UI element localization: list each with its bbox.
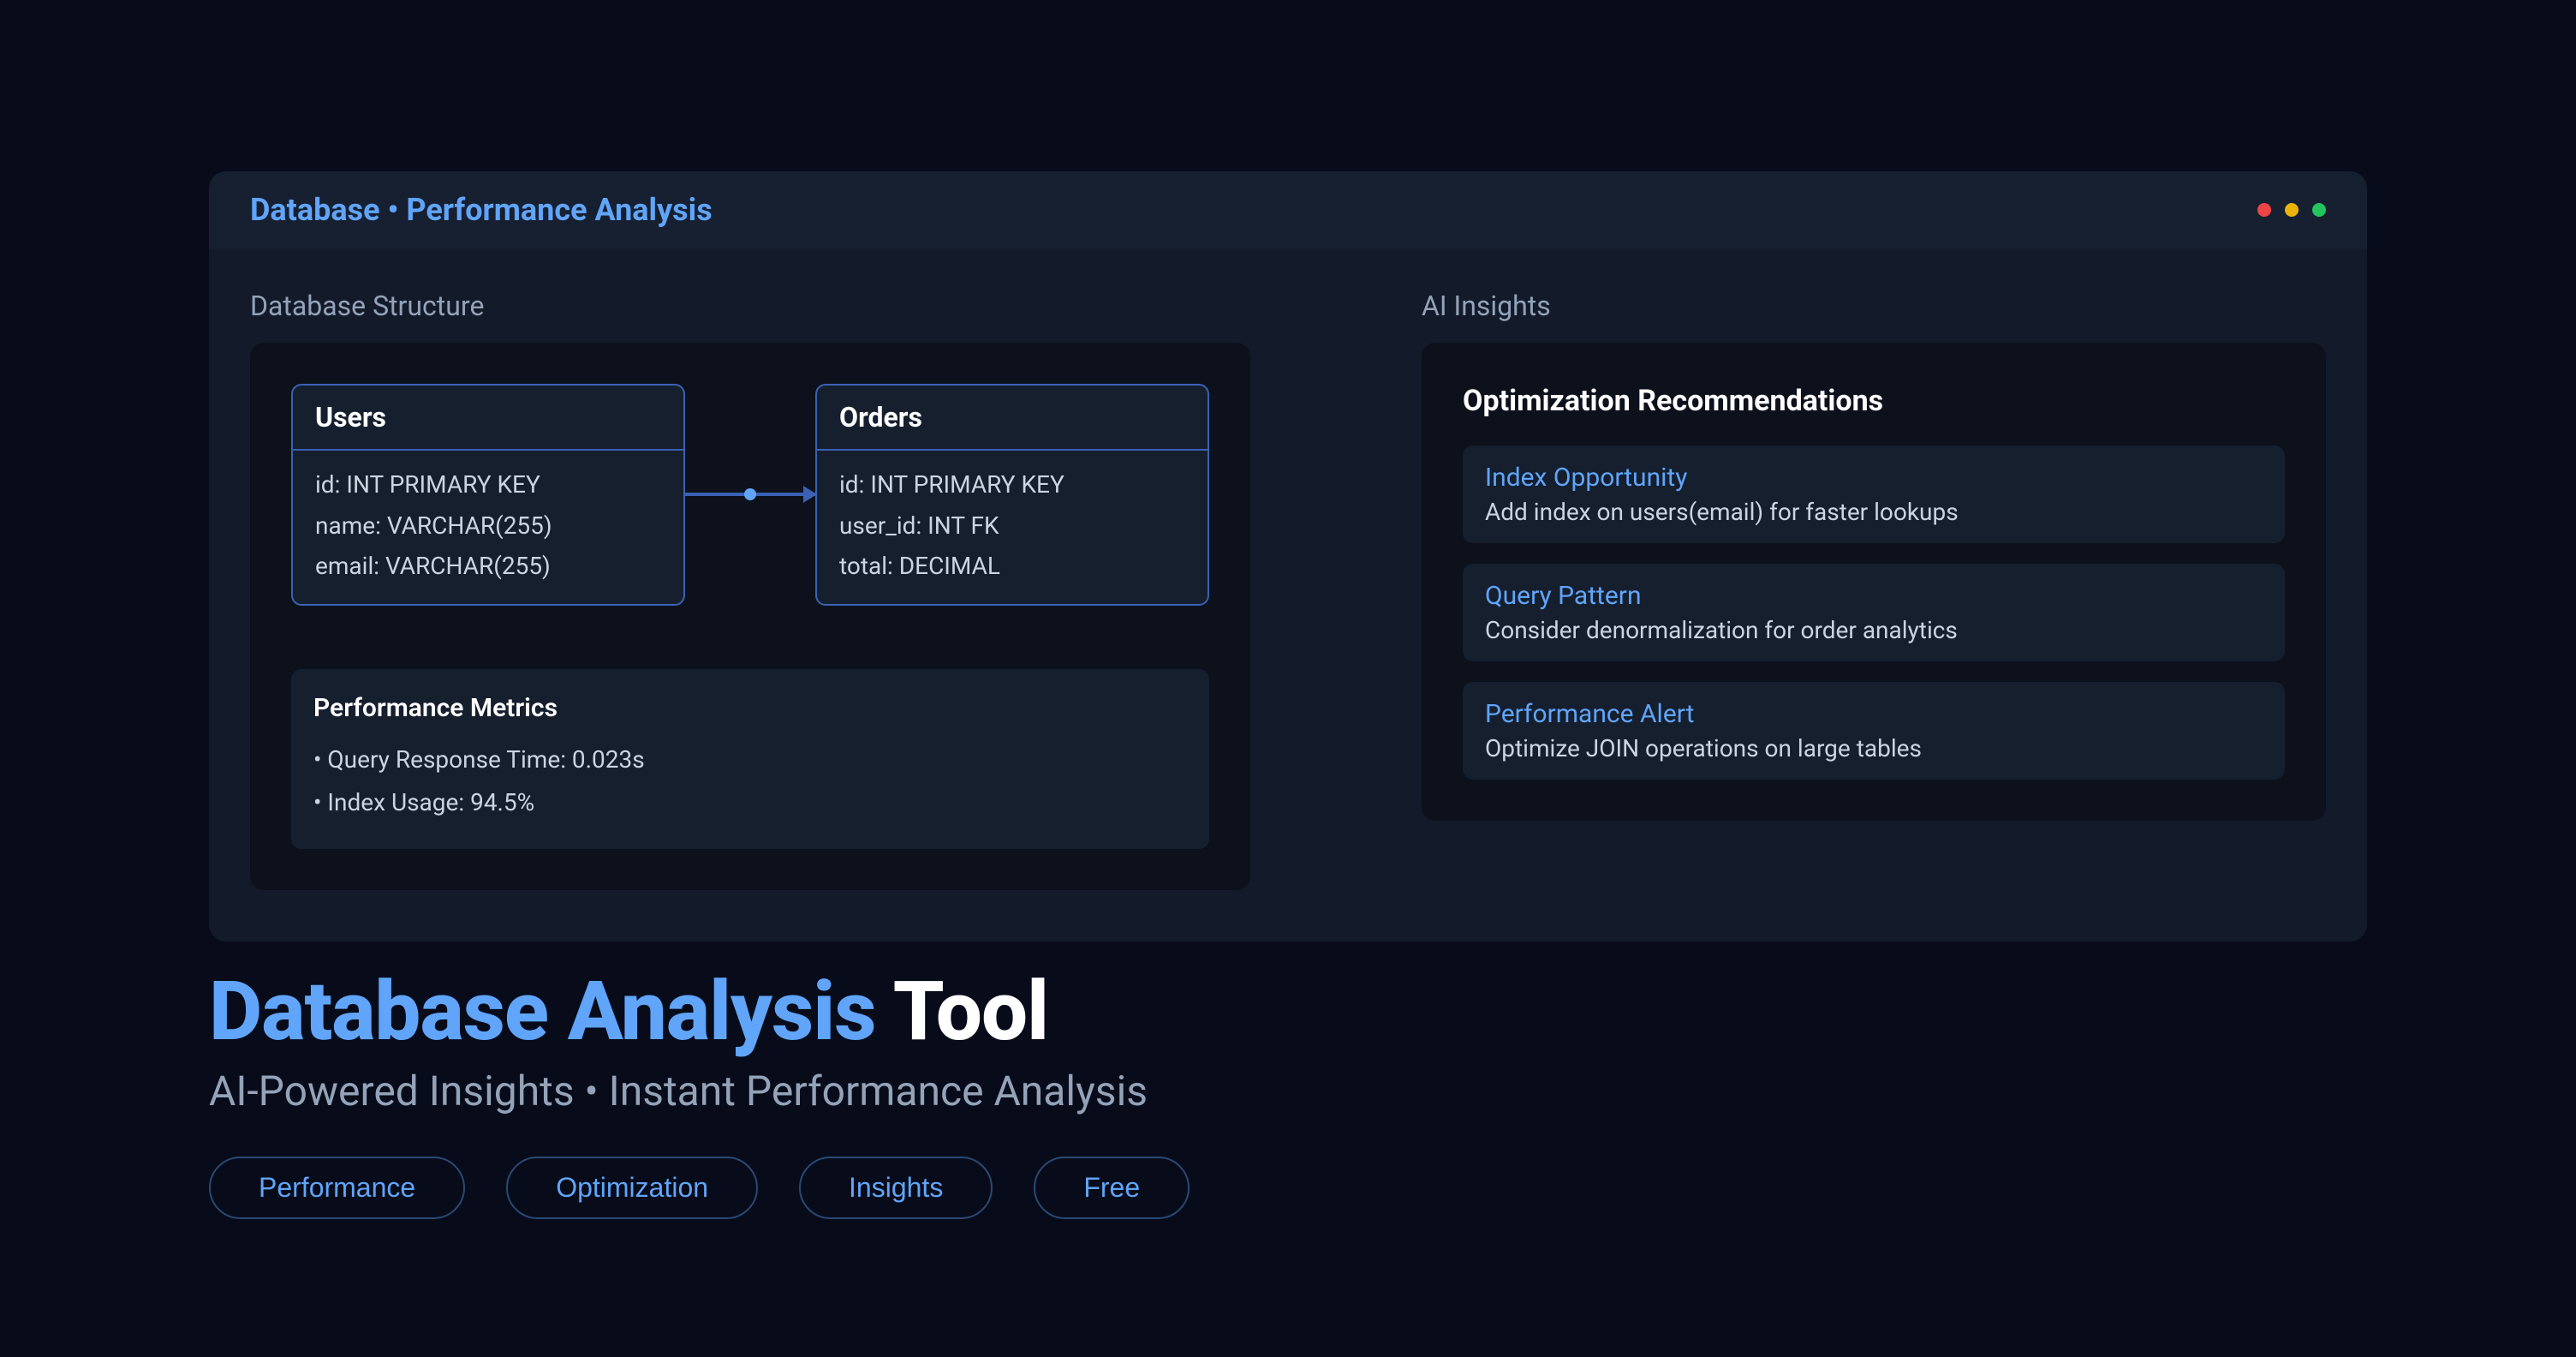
recommendation-item: Index Opportunity Add index on users(ema… xyxy=(1463,445,2285,543)
tag-performance[interactable]: Performance xyxy=(209,1157,465,1219)
tag-row: Performance Optimization Insights Free xyxy=(209,1157,2367,1219)
arrow-right-icon xyxy=(803,486,817,503)
tables-row: Users id: INT PRIMARY KEY name: VARCHAR(… xyxy=(291,384,1209,606)
recommendation-title: Performance Alert xyxy=(1485,699,2263,729)
breadcrumb: Database • Performance Analysis xyxy=(250,192,713,228)
panel-title: Database Structure xyxy=(250,290,1250,322)
panel-database-structure: Database Structure Users id: INT PRIMARY… xyxy=(250,290,1250,890)
table-name: Users xyxy=(293,386,683,451)
titlebar: Database • Performance Analysis xyxy=(209,171,2367,248)
maximize-icon[interactable] xyxy=(2312,203,2326,217)
page-title-plain: Tool xyxy=(876,964,1048,1060)
relation-connector xyxy=(685,493,815,496)
table-columns: id: INT PRIMARY KEY name: VARCHAR(255) e… xyxy=(293,451,683,604)
db-table-users: Users id: INT PRIMARY KEY name: VARCHAR(… xyxy=(291,384,685,606)
page-title: Database Analysis Tool xyxy=(209,964,2367,1060)
recommendations-title: Optimization Recommendations xyxy=(1463,384,2285,418)
recommendation-title: Index Opportunity xyxy=(1485,463,2263,493)
table-column: email: VARCHAR(255) xyxy=(315,546,661,587)
connector-dot-icon xyxy=(744,488,756,500)
panel-body: Optimization Recommendations Index Oppor… xyxy=(1422,343,2326,821)
tag-insights[interactable]: Insights xyxy=(799,1157,993,1219)
panel-ai-insights: AI Insights Optimization Recommendations… xyxy=(1422,290,2326,890)
metric-item: • Index Usage: 94.5% xyxy=(313,781,1187,824)
metrics-title: Performance Metrics xyxy=(313,693,1187,723)
page-title-accent: Database Analysis xyxy=(209,964,876,1060)
recommendation-item: Query Pattern Consider denormalization f… xyxy=(1463,564,2285,661)
metric-item: • Query Response Time: 0.023s xyxy=(313,738,1187,781)
table-name: Orders xyxy=(817,386,1208,451)
recommendation-desc: Add index on users(email) for faster loo… xyxy=(1485,498,2263,526)
recommendation-title: Query Pattern xyxy=(1485,581,2263,611)
recommendation-desc: Consider denormalization for order analy… xyxy=(1485,616,2263,644)
panel-body: Users id: INT PRIMARY KEY name: VARCHAR(… xyxy=(250,343,1250,890)
tag-free[interactable]: Free xyxy=(1034,1157,1190,1219)
window-controls xyxy=(2257,203,2326,217)
panel-title: AI Insights xyxy=(1422,290,2326,322)
table-columns: id: INT PRIMARY KEY user_id: INT FK tota… xyxy=(817,451,1208,604)
metrics-card: Performance Metrics • Query Response Tim… xyxy=(291,669,1209,849)
page-subtitle: AI-Powered Insights • Instant Performanc… xyxy=(209,1067,2367,1115)
tag-optimization[interactable]: Optimization xyxy=(506,1157,758,1219)
recommendation-desc: Optimize JOIN operations on large tables xyxy=(1485,734,2263,762)
recommendation-item: Performance Alert Optimize JOIN operatio… xyxy=(1463,682,2285,780)
table-column: id: INT PRIMARY KEY xyxy=(839,464,1185,505)
close-icon[interactable] xyxy=(2257,203,2271,217)
db-table-orders: Orders id: INT PRIMARY KEY user_id: INT … xyxy=(815,384,1209,606)
table-column: id: INT PRIMARY KEY xyxy=(315,464,661,505)
app-window: Database • Performance Analysis Database… xyxy=(209,171,2367,942)
minimize-icon[interactable] xyxy=(2285,203,2299,217)
table-column: total: DECIMAL xyxy=(839,546,1185,587)
table-column: user_id: INT FK xyxy=(839,505,1185,547)
table-column: name: VARCHAR(255) xyxy=(315,505,661,547)
